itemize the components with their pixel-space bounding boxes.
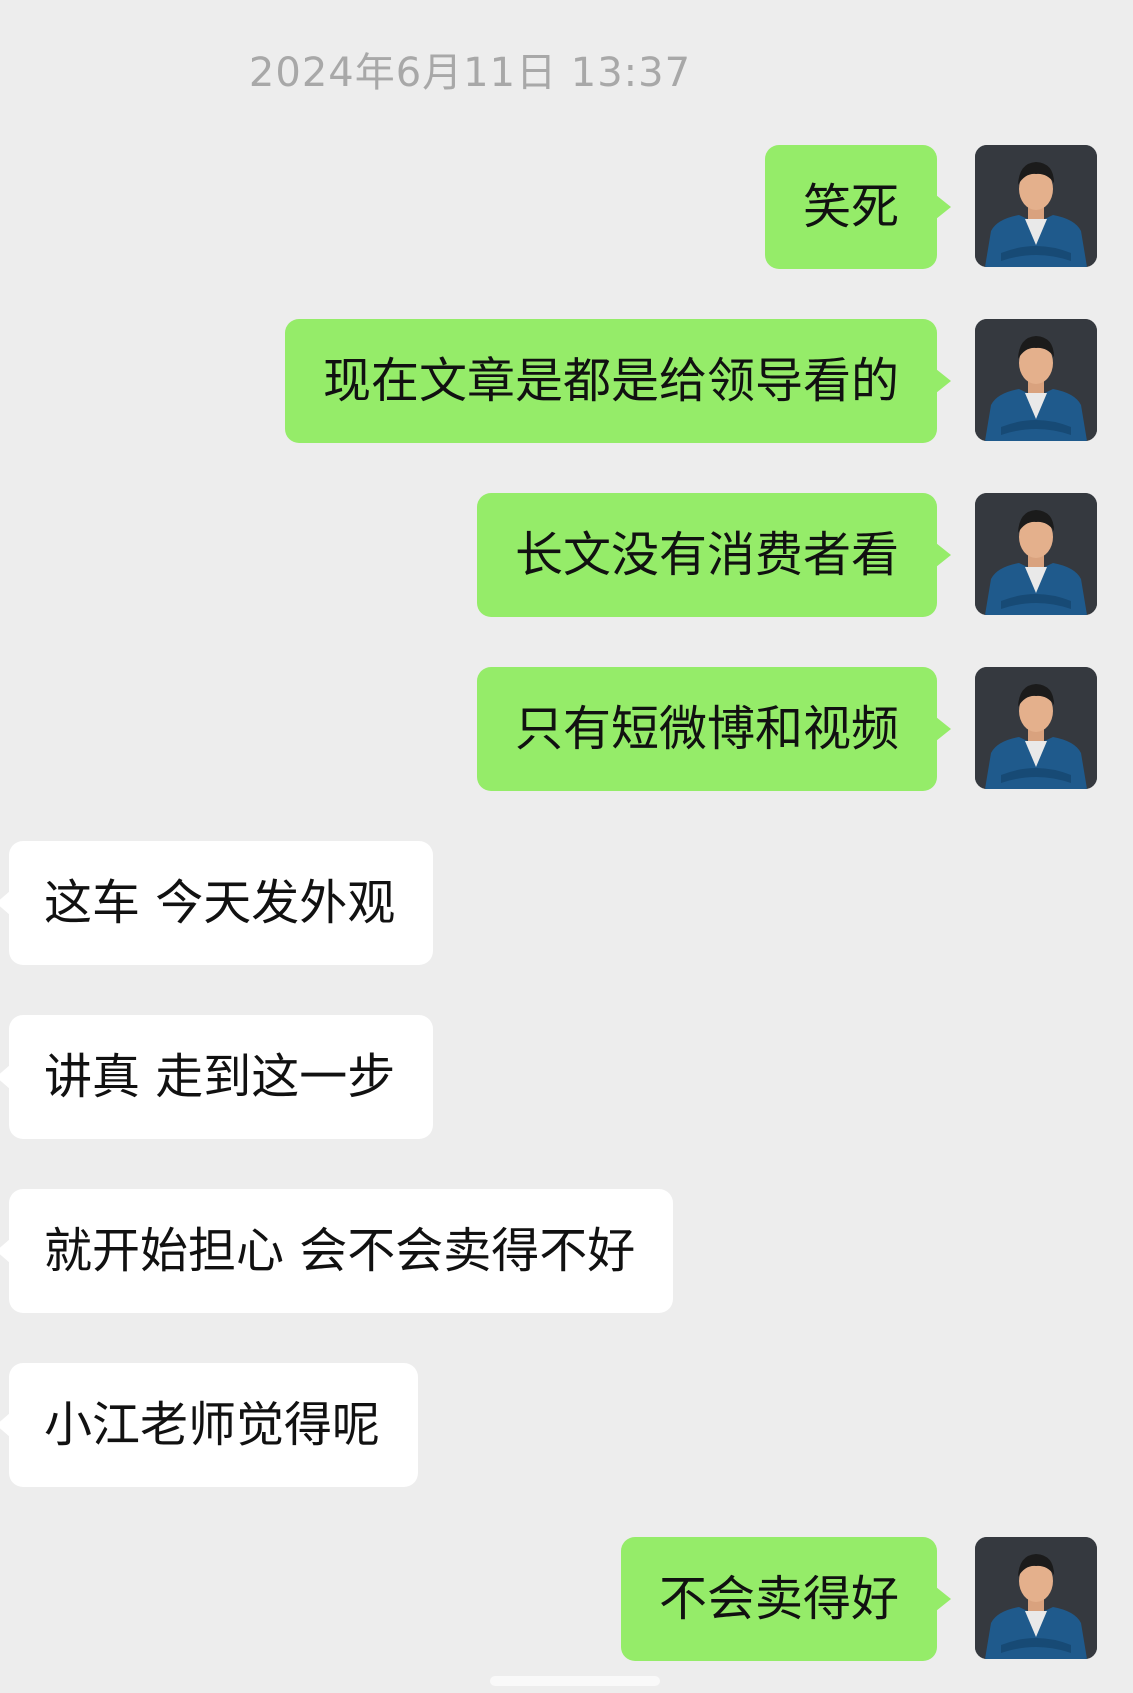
user-avatar-icon xyxy=(975,1537,1097,1659)
message-row-received: 小江老师觉得呢 xyxy=(0,1363,1133,1487)
user-avatar-icon xyxy=(975,493,1097,615)
avatar[interactable] xyxy=(975,493,1097,615)
user-avatar-icon xyxy=(975,145,1097,267)
message-bubble-sent[interactable]: 现在文章是都是给领导看的 xyxy=(284,319,952,443)
message-row-sent: 现在文章是都是给领导看的 xyxy=(0,319,1133,443)
message-bubble-sent[interactable]: 不会卖得好 xyxy=(620,1537,952,1661)
message-row-received: 讲真 走到这一步 xyxy=(0,1015,1133,1139)
message-row-sent: 笑死 xyxy=(0,145,1133,269)
user-avatar-icon xyxy=(975,319,1097,441)
message-row-sent: 长文没有消费者看 xyxy=(0,493,1133,617)
message-bubble-sent[interactable]: 长文没有消费者看 xyxy=(476,493,952,617)
avatar[interactable] xyxy=(975,319,1097,441)
message-row-received: 这车 今天发外观 xyxy=(0,841,1133,965)
user-avatar-icon xyxy=(975,667,1097,789)
avatar[interactable] xyxy=(975,667,1097,789)
avatar[interactable] xyxy=(975,1537,1097,1659)
home-indicator[interactable] xyxy=(490,1676,660,1686)
message-list: 笑死 现在文章是都是给领导看的 长文没有消费者看 只有短微博和视频 这车 今天发… xyxy=(0,0,1133,1693)
message-row-received: 就开始担心 会不会卖得不好 xyxy=(0,1189,1133,1313)
message-bubble-received[interactable]: 小江老师觉得呢 xyxy=(0,1363,419,1487)
message-bubble-received[interactable]: 讲真 走到这一步 xyxy=(0,1015,434,1139)
message-row-sent: 不会卖得好 xyxy=(0,1537,1133,1661)
message-bubble-received[interactable]: 就开始担心 会不会卖得不好 xyxy=(0,1189,674,1313)
message-bubble-sent[interactable]: 只有短微博和视频 xyxy=(476,667,952,791)
avatar[interactable] xyxy=(975,145,1097,267)
message-row-sent: 只有短微博和视频 xyxy=(0,667,1133,791)
message-bubble-sent[interactable]: 笑死 xyxy=(764,145,952,269)
message-bubble-received[interactable]: 这车 今天发外观 xyxy=(0,841,434,965)
